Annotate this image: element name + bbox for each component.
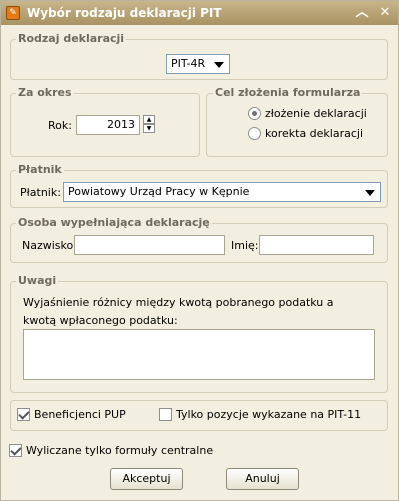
checkbox-formuly-label: Wyliczane tylko formuły centralne — [26, 444, 214, 457]
spin-up-icon[interactable]: ▲ — [143, 115, 155, 124]
rodzaj-select[interactable]: PIT-4R — [166, 54, 230, 74]
title-bar[interactable]: ✎ Wybór rodzaju deklaracji PIT ︿ ✕ — [1, 1, 398, 25]
platnik-label: Płatnik: — [20, 186, 61, 199]
chevron-down-icon — [214, 62, 224, 68]
dialog-window: ✎ Wybór rodzaju deklaracji PIT ︿ ✕ Rodza… — [0, 0, 399, 501]
checkbox-formuly[interactable] — [9, 444, 22, 457]
platnik-select[interactable]: Powiatowy Urząd Pracy w Kępnie — [63, 182, 381, 202]
app-icon: ✎ — [6, 6, 20, 20]
radio-korekta[interactable] — [248, 127, 261, 140]
group-osoba-title: Osoba wypełniająca deklarację — [16, 216, 212, 229]
window-title: Wybór rodzaju deklaracji PIT — [27, 6, 222, 20]
nazwisko-input[interactable] — [74, 235, 225, 255]
group-uwagi-title: Uwagi — [16, 274, 59, 287]
checkbox-beneficjenci-label: Beneficjenci PUP — [34, 408, 126, 421]
rok-input[interactable]: 2013 — [76, 115, 140, 135]
close-icon[interactable]: ✕ — [377, 5, 393, 21]
platnik-select-value: Powiatowy Urząd Pracy w Kępnie — [68, 185, 250, 198]
radio-korekta-label: korekta deklaracji — [265, 127, 364, 140]
checkbox-tylko-pit11[interactable] — [159, 408, 172, 421]
spin-down-icon[interactable]: ▼ — [143, 124, 155, 133]
checkbox-beneficjenci[interactable] — [17, 408, 30, 421]
rodzaj-select-value: PIT-4R — [171, 57, 206, 70]
imie-input[interactable] — [259, 235, 374, 255]
radio-zlozenie[interactable] — [248, 107, 261, 120]
imie-label: Imię: — [231, 239, 259, 252]
nazwisko-label: Nazwisko: — [22, 239, 77, 252]
uwagi-textarea[interactable] — [23, 329, 375, 380]
uwagi-description: Wyjaśnienie różnicy między kwotą pobrane… — [23, 296, 334, 327]
cancel-button[interactable]: Anuluj — [226, 468, 299, 490]
group-okres-title: Za okres — [16, 86, 74, 99]
group-cel — [206, 93, 388, 157]
group-cel-title: Cel złożenia formularza — [213, 86, 363, 99]
accept-button[interactable]: Akceptuj — [110, 468, 183, 490]
radio-zlozenie-label: złożenie deklaracji — [265, 107, 367, 120]
minimize-icon[interactable]: ︿ — [354, 5, 370, 21]
chevron-down-icon — [365, 190, 375, 196]
rok-label: Rok: — [48, 119, 72, 132]
group-rodzaj-title: Rodzaj deklaracji — [16, 32, 127, 45]
checkbox-tylko-pit11-label: Tylko pozycje wykazane na PIT-11 — [176, 408, 362, 421]
group-platnik-title: Płatnik — [16, 163, 64, 176]
